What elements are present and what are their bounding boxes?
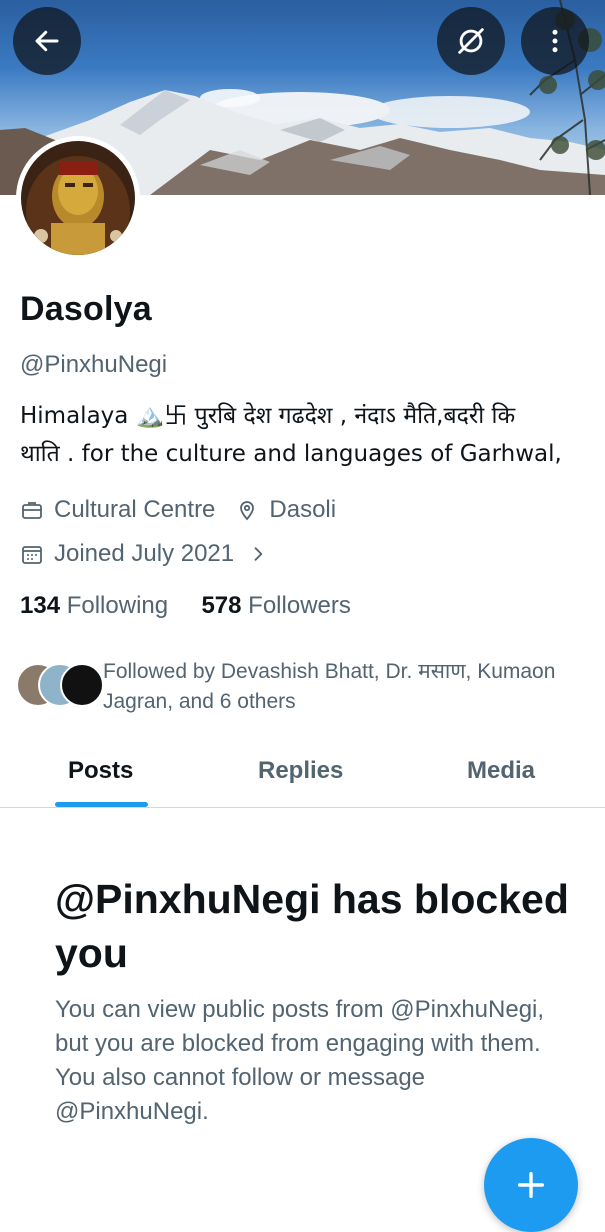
tab-media[interactable]: Media <box>467 757 535 785</box>
calendar-icon <box>20 542 44 566</box>
profile-avatar[interactable] <box>16 136 140 260</box>
more-options-button[interactable] <box>521 7 589 75</box>
privacy-toggle-button[interactable] <box>437 7 505 75</box>
active-tab-indicator <box>55 802 148 807</box>
profile-handle: @PinxhuNegi <box>20 351 168 378</box>
more-vertical-icon <box>552 29 558 53</box>
tab-replies[interactable]: Replies <box>258 757 343 785</box>
briefcase-icon <box>20 498 44 522</box>
profile-name: Dasolya <box>20 290 152 328</box>
compose-button[interactable] <box>484 1138 578 1232</box>
bio-line-1: Himalaya 🏔️卐 पुरबि देश गढदेश , नंदाऽ मैत… <box>20 403 516 429</box>
followed-by-avatars[interactable] <box>16 663 104 707</box>
blocked-title: @PinxhuNegi has blocked you <box>55 876 569 976</box>
bio-line-2: थाति . for the culture and languages of … <box>20 441 562 467</box>
chevron-right-icon <box>248 544 268 564</box>
eye-slash-icon <box>458 28 484 54</box>
follower-avatar <box>60 663 104 707</box>
profile-bio: Himalaya 🏔️卐 पुरबि देश गढदेश , नंदाऽ मैत… <box>20 397 590 473</box>
location-pin-icon <box>235 498 259 522</box>
profile-category: Cultural Centre <box>54 496 216 523</box>
tab-posts[interactable]: Posts <box>68 757 133 785</box>
followers-count: 578 <box>201 592 242 619</box>
profile-tabs: Posts Replies Media <box>0 745 605 808</box>
followers-link[interactable]: 578 Followers <box>201 592 350 619</box>
profile-joined: Joined July 2021 <box>54 540 235 567</box>
follow-stats: 134 Following 578 Followers <box>20 592 351 620</box>
avatar-image <box>21 141 135 255</box>
following-label: Following <box>66 592 169 619</box>
arrow-left-icon <box>35 30 59 52</box>
blocked-description: You can view public posts from @PinxhuNe… <box>55 996 545 1125</box>
followers-label: Followers <box>248 592 351 619</box>
joined-row[interactable]: Joined July 2021 <box>20 540 278 568</box>
plus-icon <box>517 1171 545 1199</box>
profile-meta-row: Cultural Centre Dasoli <box>20 496 336 524</box>
following-count: 134 <box>20 592 61 619</box>
following-link[interactable]: 134 Following <box>20 592 168 619</box>
back-button[interactable] <box>13 7 81 75</box>
profile-location: Dasoli <box>269 496 337 523</box>
followed-by-text[interactable]: Followed by Devashish Bhatt, Dr. मसाण, K… <box>103 657 593 717</box>
